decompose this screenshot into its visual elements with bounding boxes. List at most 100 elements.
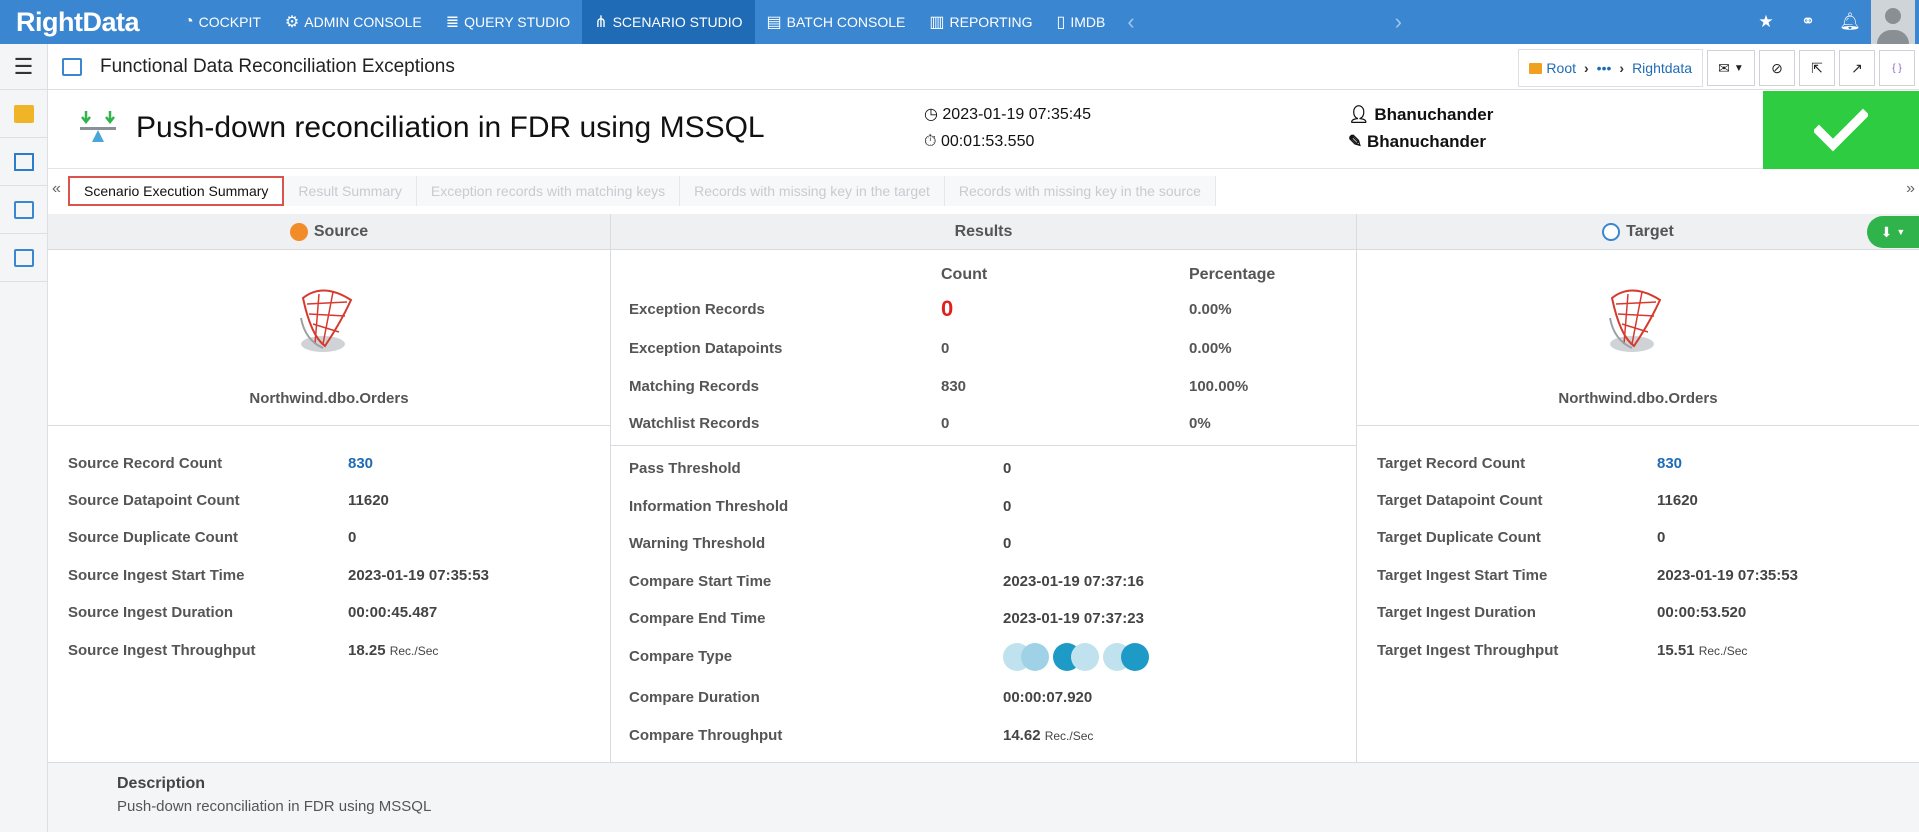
- nav-batch-console[interactable]: ▤ BATCH CONSOLE: [755, 0, 918, 44]
- target-panel: Target ⬇ ▼ Northwind.dbo.Orders Target Re…: [1357, 214, 1919, 762]
- target-ingest-start-time: Target Ingest Start Time 2023-01-19 07:35…: [1377, 567, 1798, 584]
- result-tabs-bar: « Scenario Execution Summary Result Summ…: [48, 172, 1919, 212]
- line-chart-icon: ↗: [1851, 59, 1863, 76]
- user-icon: 👤︎: [1348, 105, 1375, 124]
- tab-scenario-execution-summary[interactable]: Scenario Execution Summary: [68, 176, 285, 206]
- bell-icon[interactable]: 🔔︎: [1829, 12, 1871, 32]
- open-external-button[interactable]: ⇱: [1799, 50, 1835, 86]
- sidebar-folder-tree-icon[interactable]: [0, 90, 47, 138]
- page-title-bar: Functional Data Reconciliation Exception…: [48, 44, 1919, 90]
- compare-type-row: Compare Type: [629, 643, 1149, 671]
- folder-icon: [1529, 62, 1543, 74]
- nav-scenario-studio[interactable]: ⋔ SCENARIO STUDIO: [582, 0, 755, 44]
- nav-reporting[interactable]: ▥ REPORTING: [917, 0, 1044, 44]
- caret-down-icon: ▼: [1896, 227, 1906, 237]
- source-title: Source: [313, 222, 369, 240]
- report-icon: ▥: [929, 14, 945, 31]
- download-dropdown-button[interactable]: ⬇ ▼: [1867, 216, 1919, 248]
- tab-missing-key-in-source[interactable]: Records with missing key in the source: [944, 176, 1216, 206]
- summary-panels: Source Northwind.dbo.Orders Source Recor…: [48, 214, 1919, 762]
- star-icon[interactable]: ★: [1745, 12, 1787, 32]
- nav-scroll-right-icon[interactable]: ›: [1385, 0, 1412, 44]
- scenario-header: Push-down reconciliation in FDR using MS…: [48, 91, 1919, 169]
- compare-throughput-row: Compare Throughput 14.62 Rec./Sec: [629, 727, 1094, 744]
- tab-exception-records-matching-keys[interactable]: Exception records with matching keys: [416, 176, 681, 206]
- breadcrumb-ellipsis[interactable]: •••: [1597, 60, 1612, 76]
- compass-button[interactable]: ⊘: [1759, 50, 1795, 86]
- sidebar-report-icon[interactable]: [0, 186, 47, 234]
- tab-missing-key-in-target[interactable]: Records with missing key in the target: [680, 176, 945, 206]
- tabs-scroll-left-icon[interactable]: «: [52, 180, 61, 198]
- caret-down-icon: ▼: [1733, 62, 1744, 74]
- description-section: Description Push-down reconciliation in …: [48, 762, 1919, 832]
- exception-records-count: 0: [941, 296, 954, 321]
- exception-datapoints-row: Exception Datapoints 0 0.00%: [629, 340, 1232, 357]
- sql-server-icon: [300, 289, 353, 352]
- breadcrumb: Root › ••• › Rightdata: [1518, 49, 1703, 87]
- breadcrumb-root[interactable]: Root: [1546, 60, 1576, 76]
- user-avatar[interactable]: [1871, 0, 1915, 44]
- source-duplicate-count: Source Duplicate Count 0: [68, 529, 357, 546]
- trend-chart-button[interactable]: ↗: [1839, 50, 1875, 86]
- avatar-head-shape: [1885, 8, 1901, 24]
- source-panel: Source Northwind.dbo.Orders Source Recor…: [48, 214, 611, 762]
- stopwatch-icon: ⏱: [924, 133, 941, 150]
- modified-by-user: Bhanuchander: [1366, 132, 1486, 151]
- target-db-name: Northwind.dbo.Orders: [1558, 390, 1718, 407]
- nav-query-studio[interactable]: ≣ QUERY STUDIO: [434, 0, 582, 44]
- target-record-count-link[interactable]: 830: [1657, 455, 1682, 472]
- email-dropdown-button[interactable]: ✉ ▼: [1707, 50, 1755, 86]
- source-db-block: Northwind.dbo.Orders: [48, 250, 610, 426]
- target-datapoint-count: Target Datapoint Count 11620: [1377, 492, 1698, 509]
- pass-threshold-row: Pass Threshold 0: [629, 460, 1012, 477]
- target-ingest-throughput: Target Ingest Throughput 15.51 Rec./Sec: [1377, 642, 1748, 659]
- nav-right-tools: ★ ⚭ 🔔︎: [1745, 0, 1919, 44]
- compass-icon: ⊘: [1771, 59, 1783, 76]
- columns-icon: ▯: [1056, 14, 1066, 31]
- nav-imdb[interactable]: ▯ IMDB: [1045, 0, 1118, 44]
- target-duplicate-count: Target Duplicate Count 0: [1377, 529, 1666, 546]
- execution-users: 👤︎ Bhanuchander ✎ Bhanuchander: [1348, 101, 1493, 155]
- avatar-body-shape: [1877, 30, 1909, 44]
- sidebar-settings-icon[interactable]: [0, 234, 47, 282]
- rightdata-logo[interactable]: RightData: [0, 0, 172, 44]
- results-panel-header: Results: [611, 214, 1356, 250]
- nav-scroll-left-icon[interactable]: ‹: [1117, 0, 1144, 44]
- database-icon: ≣: [445, 14, 460, 31]
- page-title: Functional Data Reconciliation Exception…: [100, 55, 455, 77]
- venn-inner-join-icon: [1071, 643, 1099, 671]
- sql-server-icon: [1609, 289, 1662, 352]
- information-threshold-row: Information Threshold 0: [629, 498, 1012, 515]
- download-icon: ⬇: [1880, 223, 1893, 240]
- compare-start-time-row: Compare Start Time 2023-01-19 07:37:16: [629, 573, 1144, 590]
- nav-admin-console[interactable]: ⚙ ADMIN CONSOLE: [273, 0, 434, 44]
- source-record-count-link[interactable]: 830: [348, 455, 373, 472]
- chevron-right-icon: ›: [1584, 60, 1589, 76]
- results-col-count: Count: [941, 266, 988, 283]
- result-tabs: Scenario Execution Summary Result Summar…: [68, 176, 1216, 206]
- external-link-icon: ⇱: [1811, 59, 1823, 76]
- source-panel-header: Source: [48, 214, 610, 250]
- target-panel-header: Target: [1357, 214, 1919, 250]
- source-ingest-throughput: Source Ingest Throughput 18.25 Rec./Sec: [68, 642, 439, 659]
- target-db-block: Northwind.dbo.Orders: [1357, 250, 1919, 426]
- link-icon[interactable]: ⚭: [1787, 12, 1829, 32]
- sidebar-add-scenario-icon[interactable]: [0, 138, 47, 186]
- tabs-scroll-right-icon[interactable]: »: [1906, 180, 1915, 198]
- source-record-count: Source Record Count 830: [68, 455, 374, 472]
- scenario-title: Push-down reconciliation in FDR using MS…: [136, 111, 765, 144]
- compare-duration-row: Compare Duration 00:00:07.920: [629, 689, 1093, 706]
- target-record-count: Target Record Count 830: [1377, 455, 1683, 472]
- json-export-button[interactable]: { }: [1879, 50, 1915, 86]
- tab-result-summary[interactable]: Result Summary: [284, 176, 417, 206]
- source-ingest-start-time: Source Ingest Start Time 2023-01-19 07:35…: [68, 567, 489, 584]
- breadcrumb-current[interactable]: Rightdata: [1632, 60, 1692, 76]
- nav-cockpit[interactable]: ◔ COCKPIT: [172, 0, 273, 44]
- gear-icon: ⚙: [284, 14, 300, 31]
- reconciliation-scale-icon: [80, 111, 116, 142]
- source-ingest-duration: Source Ingest Duration 00:00:45.487: [68, 604, 438, 621]
- execution-meta: ◷ 2023-01-19 07:35:45 ⏱ 00:01:53.550: [924, 101, 1091, 155]
- results-panel: Results Count Percentage Exception Recor…: [611, 214, 1357, 762]
- hamburger-menu-icon[interactable]: ☰: [0, 44, 47, 90]
- status-success-badge: [1763, 91, 1919, 169]
